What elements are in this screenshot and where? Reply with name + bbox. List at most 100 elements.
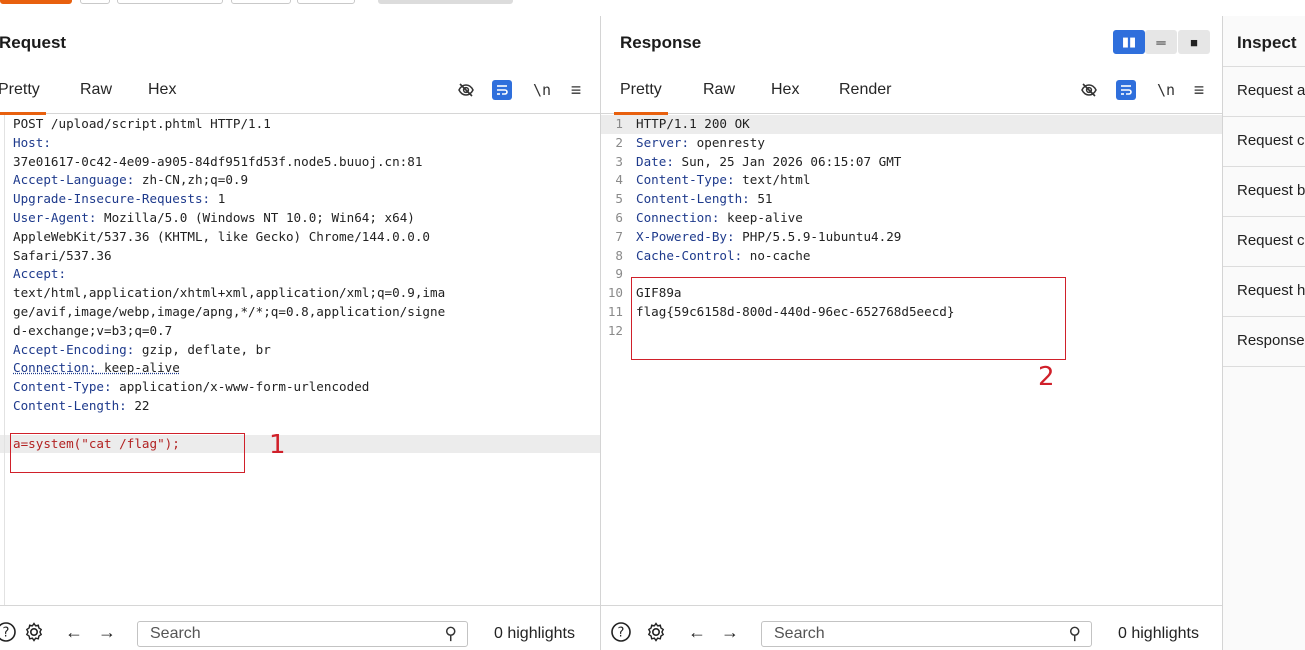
header-value: AppleWebKit/537.36 (KHTML, like Gecko) C… [13,228,431,244]
wrap-lines-icon[interactable] [1116,80,1136,100]
tab-pretty[interactable]: Pretty [0,81,46,115]
tab-hex[interactable]: Hex [771,81,799,99]
line-number: 1 [615,116,623,131]
header-value: POST /upload/script.phtml HTTP/1.1 [13,116,271,131]
inspector-item[interactable]: Request h [1223,267,1305,317]
code-line: 5 Content-Length: 51 [601,190,1222,209]
help-icon[interactable]: ? [0,620,18,644]
forward-arrow-icon[interactable]: → [718,620,742,644]
annotation-number-2: 2 [1038,362,1055,392]
header-name: Content-Type: [636,172,735,188]
request-editor[interactable]: POST /upload/script.phtml HTTP/1.1 Host: 3… [0,115,600,605]
code-line: ge/avif,image/webp,image/apng,*/*;q=0.8,… [0,303,600,322]
line-number: 8 [615,247,623,263]
tab-raw[interactable]: Raw [80,81,112,99]
search-input[interactable] [150,625,410,643]
code-line: 3 Date: Sun, 25 Jan 2026 06:15:07 GMT [601,153,1222,172]
tab-render[interactable]: Render [839,81,891,99]
inspector-item[interactable]: Request b [1223,167,1305,217]
toolbar-button[interactable] [378,0,513,4]
toolbar-button[interactable] [117,0,223,4]
tab-hex[interactable]: Hex [148,81,176,99]
header-name: Date: [636,153,674,169]
header-name: Content-Length: [13,397,127,413]
search-icon[interactable]: ⚲ [445,624,457,644]
header-value: 1 [210,191,226,207]
newline-icon[interactable]: \n [1156,80,1176,100]
annotation-number-1: 1 [269,430,286,460]
header-name: Server: [636,134,690,150]
annotation-box-2 [631,277,1066,360]
response-pane: Response ▮▮ ═ ■ Pretty Raw Hex Render \n… [601,16,1222,650]
line-number: 7 [615,228,623,244]
back-arrow-icon[interactable]: ← [685,620,709,644]
line-number: 6 [615,209,623,225]
header-name: X-Powered-By: [636,228,735,244]
line-number: 3 [615,153,623,169]
header-value: 51 [749,191,773,207]
line-number: 5 [615,191,623,207]
header-name: Content-Length: [636,191,750,207]
header-value: text/html [734,172,811,188]
response-footer: ? ← → ⚲ 0 highlights [601,605,1222,650]
menu-icon[interactable]: ≡ [566,80,586,100]
header-name: Connection: [13,360,97,376]
code-line: 7 X-Powered-By: PHP/5.5.9-1ubuntu4.29 [601,228,1222,247]
toolbar-button[interactable] [80,0,110,4]
header-value: keep-alive [96,360,180,376]
menu-icon[interactable]: ≡ [1189,80,1209,100]
annotation-box-1 [10,433,245,473]
code-line: Content-Length: 22 [0,397,600,416]
hide-icon[interactable] [1079,80,1099,100]
back-arrow-icon[interactable]: ← [62,620,86,644]
send-button[interactable] [0,0,72,4]
response-editor[interactable]: 1 HTTP/1.1 200 OK 2 Server: openresty 3 Date:… [601,115,1222,605]
single-view-icon[interactable]: ■ [1178,30,1210,54]
header-value: keep-alive [719,209,803,225]
tab-pretty[interactable]: Pretty [614,81,668,115]
request-pane: Request Pretty Raw Hex \n ≡ POST /upload… [0,16,600,650]
search-icon[interactable]: ⚲ [1069,624,1081,644]
header-value: Sun, 25 Jan 2026 06:15:07 GMT [673,153,902,169]
inspector-item[interactable]: Request a [1223,67,1305,117]
search-box[interactable]: ⚲ [137,621,468,647]
search-box[interactable]: ⚲ [761,621,1092,647]
settings-icon[interactable] [22,620,46,644]
code-line: Accept-Language: zh-CN,zh;q=0.9 [0,171,600,190]
line-number: 9 [615,266,623,282]
forward-arrow-icon[interactable]: → [95,620,119,644]
inspector-item[interactable]: Request c [1223,117,1305,167]
toolbar-button[interactable] [297,0,355,4]
inspector-item[interactable]: Request c [1223,217,1305,267]
inspector-item[interactable]: Response [1223,317,1305,367]
code-line: Content-Type: application/x-www-form-url… [0,378,600,397]
line-number: 2 [615,134,623,150]
header-name: Accept: [13,266,67,282]
highlights-count: 0 highlights [1118,625,1199,642]
response-title: Response [620,33,702,52]
line-number: 11 [607,303,623,319]
toolbar-button[interactable] [231,0,291,4]
newline-icon[interactable]: \n [532,80,552,100]
tab-raw[interactable]: Raw [703,81,735,99]
wrap-lines-icon[interactable] [492,80,512,100]
help-icon[interactable]: ? [609,620,633,644]
header-value: Mozilla/5.0 (Windows NT 10.0; Win64; x64… [96,209,415,225]
code-line: AppleWebKit/537.36 (KHTML, like Gecko) C… [0,228,600,247]
horizontal-view-icon[interactable]: ═ [1145,30,1177,54]
layout-toggle: ▮▮ ═ ■ [1113,30,1210,54]
settings-icon[interactable] [644,620,668,644]
code-line: User-Agent: Mozilla/5.0 (Windows NT 10.0… [0,209,600,228]
code-line: d-exchange;v=b3;q=0.7 [0,322,600,341]
header-name: Upgrade-Insecure-Requests: [13,191,211,207]
code-line: Safari/537.36 [0,247,600,266]
top-toolbar [0,0,1305,16]
header-value: d-exchange;v=b3;q=0.7 [13,322,173,338]
line-number: 4 [615,172,623,188]
svg-text:?: ? [618,626,625,641]
search-input[interactable] [774,625,1034,643]
split-view-icon[interactable]: ▮▮ [1113,30,1145,54]
header-name: Cache-Control: [636,247,743,263]
code-line: 1 HTTP/1.1 200 OK [601,115,1222,134]
hide-icon[interactable] [456,80,476,100]
